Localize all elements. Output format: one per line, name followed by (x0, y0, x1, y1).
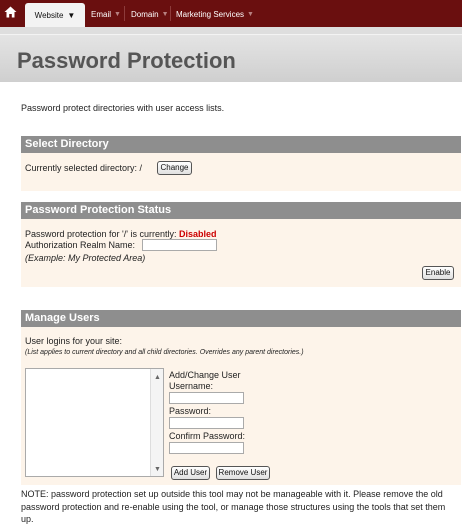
password-input[interactable] (169, 417, 244, 429)
header-strip (0, 27, 462, 34)
user-logins-label: User logins for your site: (25, 336, 123, 346)
page-intro: Password protect directories with user a… (21, 103, 225, 113)
section-protection-status: Password protection for '/' is currently… (21, 219, 461, 287)
realm-name-input[interactable] (142, 239, 217, 251)
username-input[interactable] (169, 392, 244, 404)
add-change-user-label: Add/Change User (169, 370, 241, 380)
chevron-down-icon: ▼ (114, 10, 121, 18)
scrollbar[interactable]: ▲ ▼ (150, 369, 163, 476)
confirm-password-label: Confirm Password: (169, 431, 246, 441)
username-label: Username: (169, 381, 214, 391)
nav-divider (170, 6, 171, 21)
protection-status-row: Password protection for '/' is currently… (25, 229, 217, 239)
password-label: Password: (169, 406, 212, 416)
home-button[interactable] (0, 0, 20, 24)
chevron-down-icon: ▼ (247, 10, 254, 18)
realm-example: (Example: My Protected Area) (25, 253, 146, 263)
tab-website-label: Website (34, 10, 64, 20)
applies-note: (List applies to current directory and a… (25, 349, 304, 356)
page-header: Password Protection (0, 34, 462, 82)
confirm-password-input[interactable] (169, 442, 244, 454)
enable-button[interactable]: Enable (422, 266, 454, 280)
tab-domain[interactable]: Domain ▼ (131, 7, 169, 21)
realm-name-label: Authorization Realm Name: (25, 240, 136, 250)
change-directory-button[interactable]: Change (157, 161, 192, 175)
page-title: Password Protection (17, 48, 236, 73)
chevron-down-icon: ▼ (161, 10, 169, 18)
tab-marketing-services-label: Marketing Services (176, 9, 245, 19)
top-nav: Website ▼ Email ▼ Domain ▼ Marketing Ser… (0, 0, 462, 27)
protection-status-label: Password protection for '/' is currently… (25, 229, 177, 239)
tab-email[interactable]: Email ▼ (91, 7, 121, 21)
tab-domain-label: Domain (131, 9, 159, 19)
section-header-select-directory: Select Directory (21, 136, 461, 153)
chevron-down-icon: ▼ (67, 10, 76, 20)
scroll-up-icon[interactable]: ▲ (154, 374, 161, 381)
tab-email-label: Email (91, 9, 112, 19)
section-manage-users: User logins for your site: (List applies… (21, 327, 461, 485)
scroll-down-icon[interactable]: ▼ (154, 466, 161, 473)
tab-website[interactable]: Website ▼ (25, 3, 85, 27)
add-user-button[interactable]: Add User (171, 466, 210, 480)
section-select-directory: Currently selected directory: / Change (21, 153, 461, 191)
tab-marketing-services[interactable]: Marketing Services ▼ (176, 7, 254, 21)
section-header-manage-users: Manage Users (21, 310, 461, 327)
home-icon (4, 6, 16, 18)
status-badge: Disabled (179, 229, 217, 239)
current-directory-label: Currently selected directory: / (25, 163, 143, 173)
users-listbox[interactable]: ▲ ▼ (25, 368, 164, 477)
note-text: NOTE: password protection set up outside… (21, 489, 446, 524)
nav-divider (124, 6, 125, 21)
remove-user-button[interactable]: Remove User (216, 466, 270, 480)
section-header-protection-status: Password Protection Status (21, 202, 461, 219)
